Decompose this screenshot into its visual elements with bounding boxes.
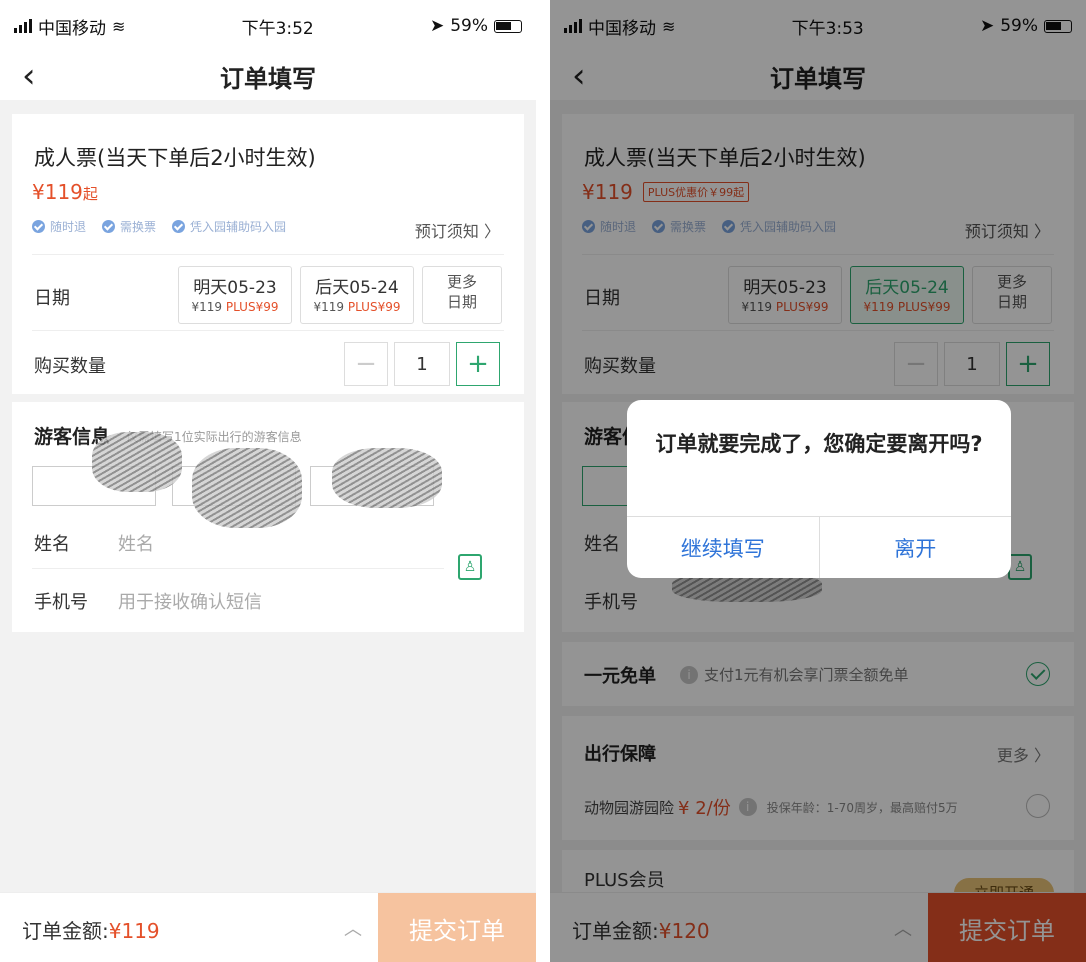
location-icon: ➤ <box>429 16 445 36</box>
ticket-card: 成人票(当天下单后2小时生效) ¥119起 随时退 需换票 凭入园辅助码入园 预… <box>12 114 524 394</box>
divider <box>32 568 444 569</box>
bottom-bar: 订单金额:¥119 ︿ 提交订单 <box>0 892 536 962</box>
name-input[interactable]: 姓名 <box>118 530 154 556</box>
chevron-up-icon[interactable]: ︿ <box>344 915 362 941</box>
leave-confirm-dialog: 订单就要完成了，您确定要离开吗? 继续填写 离开 <box>627 400 1011 578</box>
order-amount: 订单金额:¥119 <box>22 919 160 943</box>
battery-icon <box>493 19 522 33</box>
carrier-label: 中国移动 <box>38 18 106 39</box>
booking-notice-link[interactable]: 预订须知 〉 <box>415 218 500 242</box>
date-option-day-after[interactable]: 后天05-24 ¥119 PLUS¥99 <box>300 266 414 324</box>
date-label: 日期 <box>34 288 70 309</box>
decrease-button[interactable]: − <box>344 342 388 386</box>
check-icon <box>172 220 186 233</box>
divider <box>32 330 504 331</box>
name-label: 姓名 <box>34 534 70 555</box>
redaction-scribble <box>192 448 302 528</box>
page-title: 订单填写 <box>220 64 316 93</box>
guest-card: 游客信息 仅需填写1位实际出行的游客信息 姓名 姓名 手机号 用于接收确认短信 … <box>12 402 524 632</box>
dialog-message: 订单就要完成了，您确定要离开吗? <box>655 432 983 456</box>
feature-item: 随时退 <box>32 218 86 235</box>
dialog-buttons: 继续填写 离开 <box>627 516 1011 578</box>
redaction-scribble <box>92 432 182 492</box>
status-time: 下午3:52 <box>241 18 314 39</box>
check-icon <box>102 220 116 233</box>
redaction-scribble <box>332 448 442 508</box>
phone-input[interactable]: 用于接收确认短信 <box>118 588 262 614</box>
nav-bar: ‹ 订单填写 <box>0 52 536 100</box>
more-dates-button[interactable]: 更多 日期 <box>422 266 502 324</box>
signal-icon <box>14 19 32 33</box>
status-bar: 中国移动 ≋ 下午3:52 ➤ 59% <box>0 0 536 52</box>
quantity-stepper: − 1 + <box>344 342 500 386</box>
screen-order-form: 中国移动 ≋ 下午3:52 ➤ 59% ‹ 订单填写 成人票(当天下单后2小时生… <box>0 0 536 962</box>
check-icon <box>32 220 45 233</box>
ticket-price: ¥119 <box>32 180 83 204</box>
submit-order-button[interactable]: 提交订单 <box>378 893 536 962</box>
contact-book-icon[interactable]: ♙ <box>458 554 482 580</box>
quantity-label: 购买数量 <box>34 356 106 377</box>
back-icon[interactable]: ‹ <box>22 58 36 94</box>
price-row: ¥119起 <box>32 180 98 204</box>
phone-label: 手机号 <box>34 592 88 613</box>
date-option-tomorrow[interactable]: 明天05-23 ¥119 PLUS¥99 <box>178 266 292 324</box>
wifi-icon: ≋ <box>112 16 126 36</box>
increase-button[interactable]: + <box>456 342 500 386</box>
divider <box>32 254 504 255</box>
continue-filling-button[interactable]: 继续填写 <box>627 517 819 578</box>
feature-item: 需换票 <box>102 218 156 235</box>
feature-list: 随时退 需换票 凭入园辅助码入园 <box>32 218 286 235</box>
leave-button[interactable]: 离开 <box>818 517 1012 578</box>
price-suffix: 起 <box>82 185 98 203</box>
feature-item: 凭入园辅助码入园 <box>172 218 286 235</box>
screen-leave-confirm: 中国移动 ≋ 下午3:53 ➤ 59% ‹ 订单填写 成人票(当天下单后2小时生… <box>550 0 1086 962</box>
ticket-name: 成人票(当天下单后2小时生效) <box>34 146 316 170</box>
battery-percent: 59% <box>450 16 488 36</box>
quantity-value[interactable]: 1 <box>394 342 450 386</box>
